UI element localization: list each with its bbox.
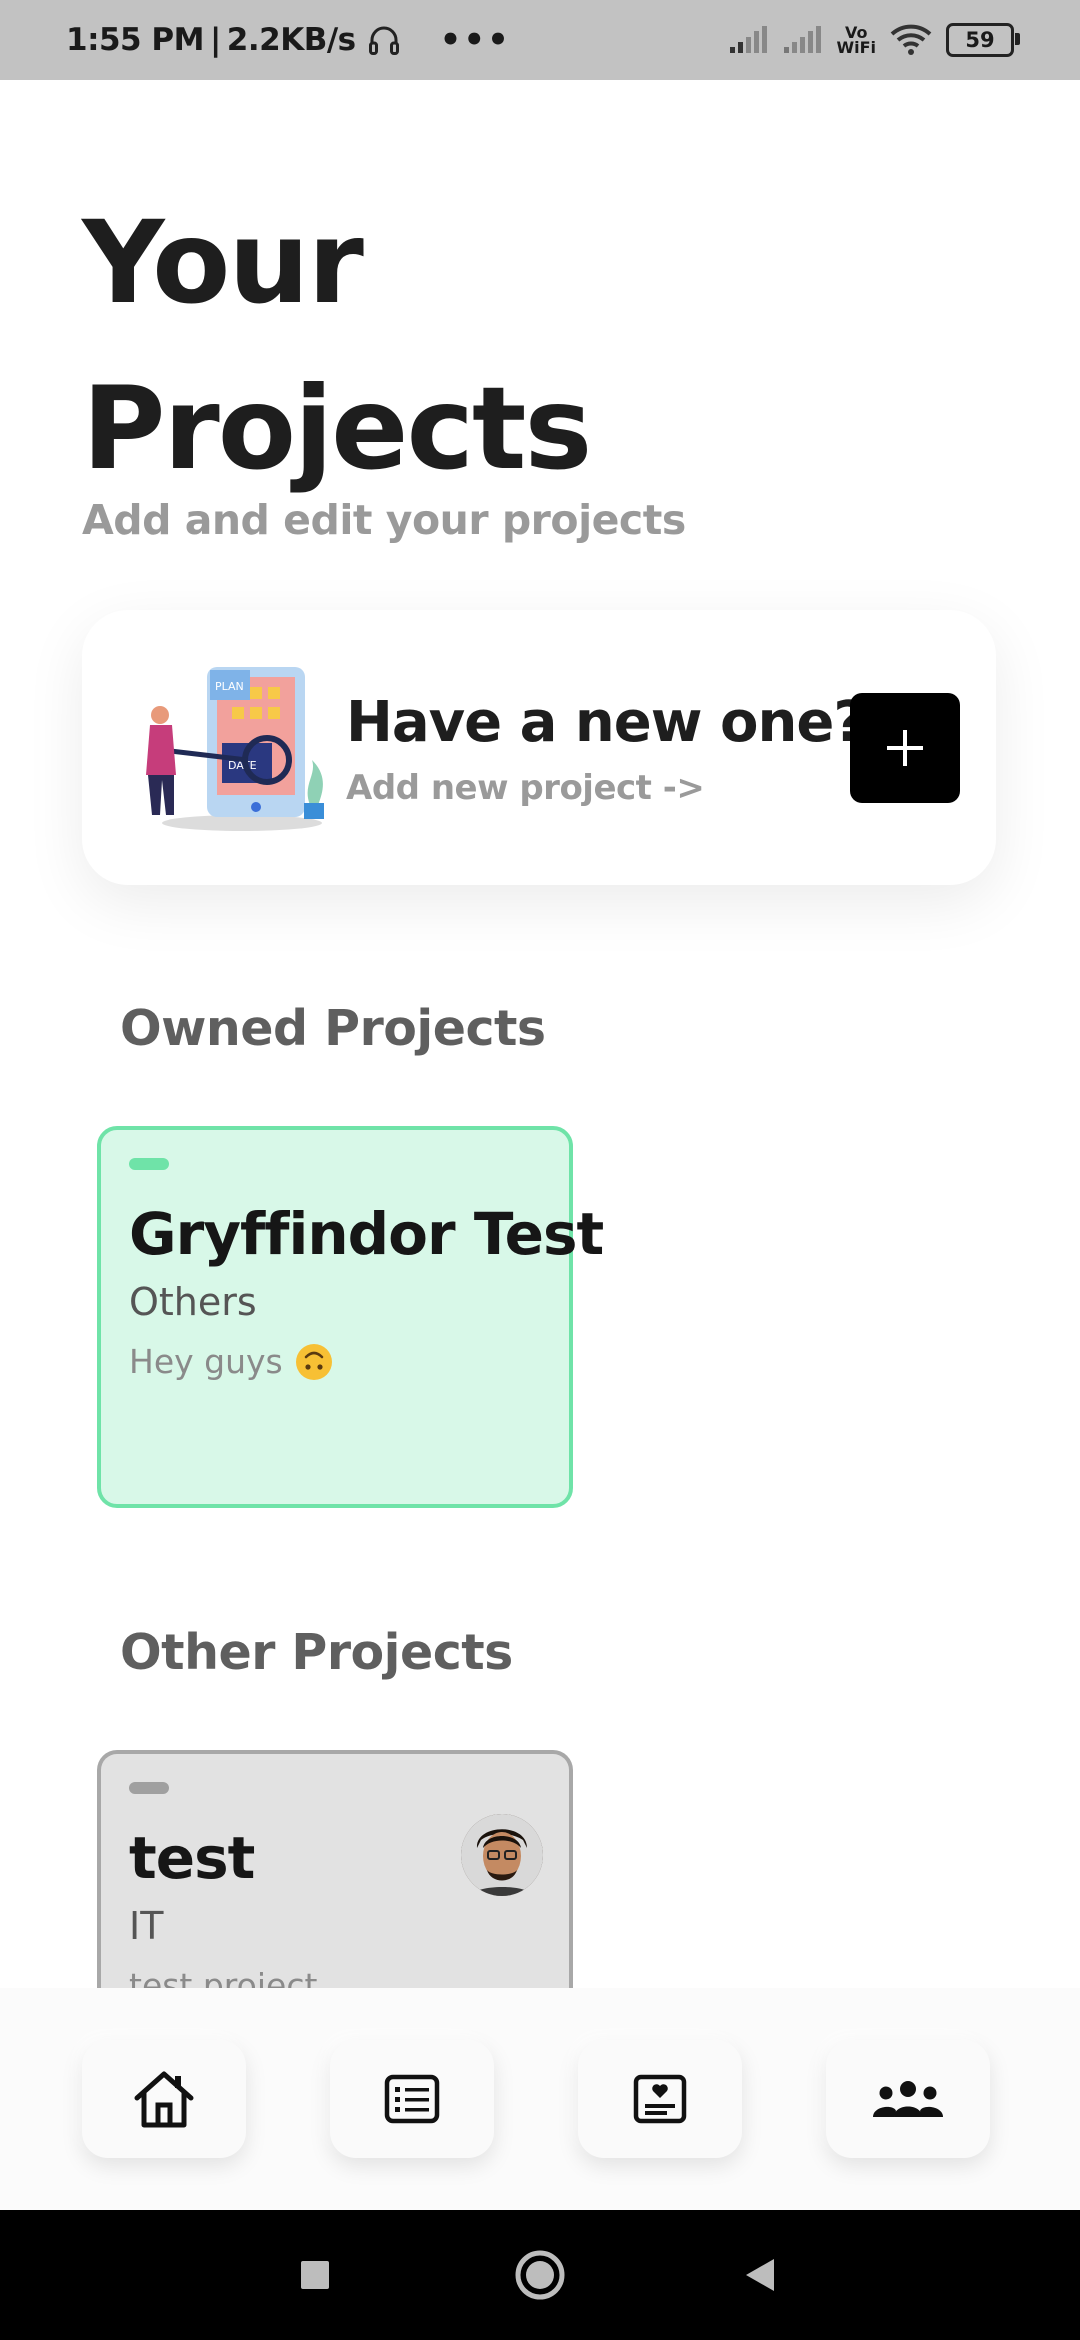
other-projects-heading: Other Projects (120, 1624, 513, 1681)
new-project-title: Have a new one? (346, 690, 866, 755)
system-navigation-bar (0, 2210, 1080, 2340)
nav-people-button[interactable] (826, 2040, 990, 2158)
battery-level: 59 (965, 28, 995, 52)
project-card-other[interactable]: test IT test project (97, 1750, 573, 2000)
wifi-icon (890, 24, 932, 55)
add-project-button[interactable] (850, 693, 960, 803)
page-subtitle: Add and edit your projects (82, 496, 686, 544)
favorites-card-icon (633, 2074, 687, 2124)
vowifi-icon: Vo WiFi (836, 25, 876, 57)
headphones-icon (368, 26, 399, 55)
new-project-card[interactable]: PLAN DATE Have a new one? Add new projec… (82, 610, 996, 885)
status-more-dots: ••• (439, 20, 511, 60)
home-icon (134, 2071, 194, 2128)
status-bar: 1:55 PM | 2.2KB/s ••• Vo WiFi 59 (0, 0, 1080, 80)
back-button[interactable] (720, 2210, 800, 2340)
planning-illustration: PLAN DATE (146, 667, 324, 831)
page-title-line2: Projects (82, 362, 592, 495)
add-new-project-link[interactable]: Add new project -> (346, 768, 705, 808)
user-avatar-picture (461, 1814, 543, 1896)
project-description-text: Hey guys (129, 1342, 283, 1381)
home-system-button[interactable] (500, 2210, 580, 2340)
status-separator: | (209, 22, 221, 58)
people-group-icon (873, 2081, 943, 2117)
page-title-line1: Your (82, 196, 364, 329)
status-left: 1:55 PM | 2.2KB/s ••• (66, 0, 511, 80)
signal-icon-secondary (784, 26, 822, 53)
upside-down-face-emoji-icon (295, 1343, 332, 1380)
page-title: Your Projects (82, 180, 592, 512)
status-time: 1:55 PM (66, 22, 204, 58)
project-name: test (129, 1824, 255, 1892)
project-accent-pill (129, 1158, 169, 1170)
project-card-owned[interactable]: Gryffindor Test Others Hey guys (97, 1126, 604, 1508)
plus-icon (887, 730, 923, 766)
avatar (461, 1814, 543, 1896)
recents-square-icon (301, 2261, 329, 2289)
project-name: Gryffindor Test (129, 1200, 604, 1268)
vowifi-bottom: WiFi (836, 38, 876, 57)
battery-icon: 59 (946, 23, 1020, 57)
list-icon (384, 2074, 440, 2124)
project-category: Others (129, 1280, 257, 1324)
home-circle-icon (515, 2250, 565, 2300)
nav-list-button[interactable] (330, 2040, 494, 2158)
status-right: Vo WiFi 59 (728, 0, 1020, 80)
nav-home-button[interactable] (82, 2040, 246, 2158)
illustration-plan-text: PLAN (215, 680, 244, 693)
status-net-speed: 2.2KB/s (226, 22, 356, 58)
project-category: IT (129, 1904, 164, 1948)
recents-button[interactable] (275, 2210, 355, 2340)
project-description: Hey guys (129, 1342, 333, 1381)
back-triangle-icon (746, 2259, 774, 2291)
nav-favorites-button[interactable] (578, 2040, 742, 2158)
signal-icon (730, 26, 768, 53)
owned-projects-heading: Owned Projects (120, 1000, 546, 1057)
project-accent-pill (129, 1782, 169, 1794)
bottom-navigation (0, 1988, 1080, 2210)
